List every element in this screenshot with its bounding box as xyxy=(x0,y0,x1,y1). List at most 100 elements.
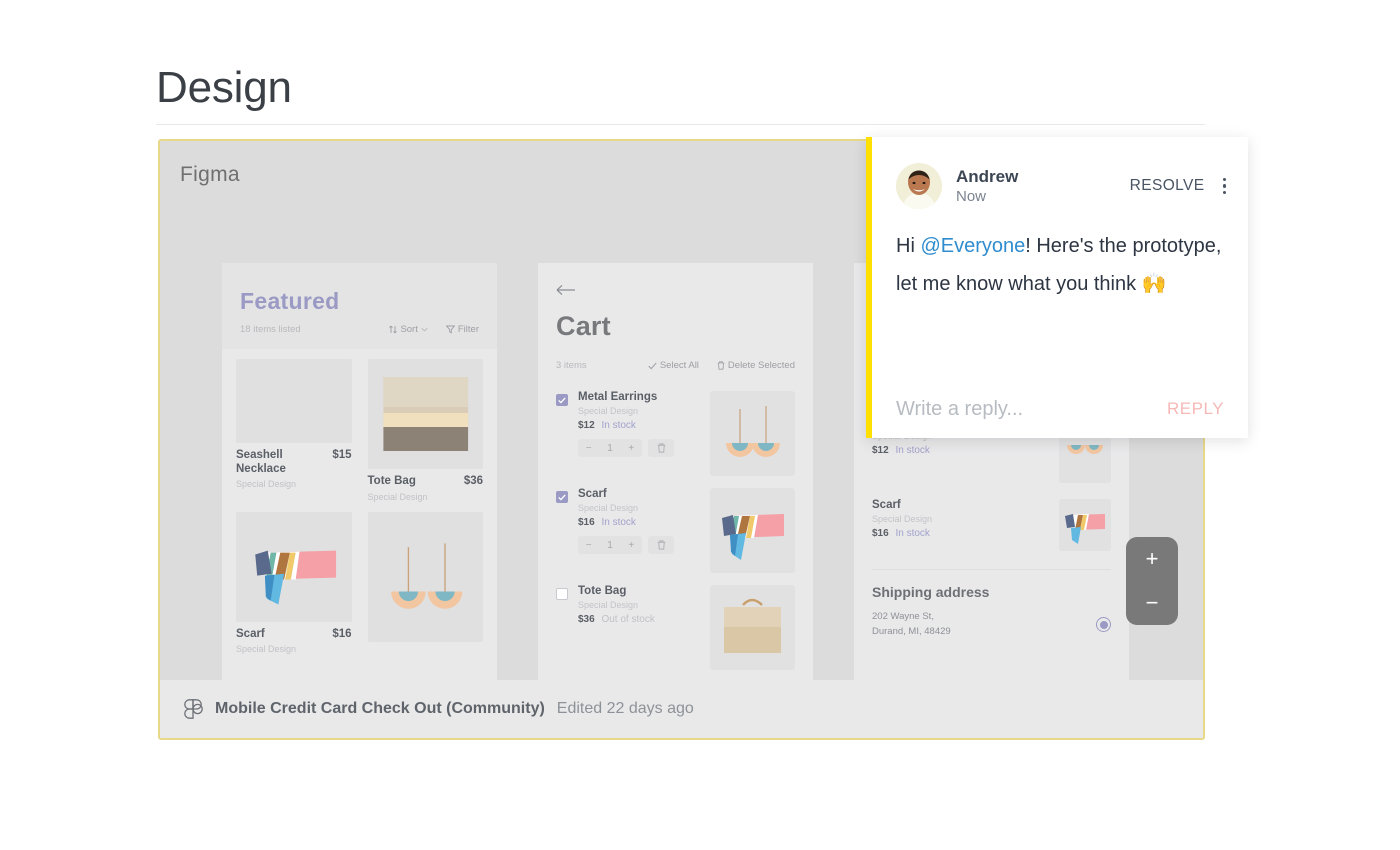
comment-body-prefix: Hi xyxy=(896,235,921,257)
checkout-item-stock: In stock xyxy=(895,445,930,456)
earrings-illustration xyxy=(726,406,780,457)
trash-icon xyxy=(657,443,665,453)
filter-icon xyxy=(445,325,455,334)
checkout-divider xyxy=(872,569,1111,570)
prototype-screen-featured[interactable]: Featured 18 items listed Sort Filter Sea… xyxy=(222,263,497,680)
remove-item-button[interactable] xyxy=(648,439,674,457)
comment-body: Hi @Everyone! Here's the prototype, let … xyxy=(872,209,1248,303)
featured-item-count: 18 items listed xyxy=(240,324,301,336)
shipping-address-radio[interactable] xyxy=(1096,617,1111,633)
comment-mention[interactable]: @Everyone xyxy=(920,235,1025,257)
more-options-icon[interactable] xyxy=(1222,177,1226,195)
cart-item-price-row: $36 Out of stock xyxy=(578,614,700,625)
product-card[interactable]: Scarf $16 Special Design xyxy=(236,511,352,654)
comment-reply-row[interactable]: Write a reply... REPLY xyxy=(872,380,1248,438)
zoom-out-button[interactable]: − xyxy=(1146,592,1159,614)
checkout-item-stock: In stock xyxy=(895,528,930,539)
cart-item-stock: Out of stock xyxy=(601,614,655,625)
cart-item-price: $36 xyxy=(578,614,595,625)
cart-item-price: $16 xyxy=(578,517,595,528)
product-sub: Special Design xyxy=(236,478,297,489)
product-price: $15 xyxy=(332,449,352,462)
zoom-in-button[interactable]: + xyxy=(1146,548,1159,570)
scarf-thumb xyxy=(710,488,795,573)
scarf-illustration xyxy=(255,550,337,605)
shipping-address-row[interactable]: 202 Wayne St, Durand, MI, 48429 xyxy=(854,600,1129,639)
quantity-stepper[interactable]: − 1 + xyxy=(578,536,642,554)
earrings-thumb xyxy=(1059,431,1111,483)
cart-item-checkbox[interactable] xyxy=(556,394,568,406)
sort-button[interactable]: Sort xyxy=(389,324,428,336)
cart-title: Cart xyxy=(556,311,611,341)
quantity-value: 1 xyxy=(607,442,613,454)
sort-icon xyxy=(389,325,398,334)
sort-label: Sort xyxy=(400,324,418,336)
checkmark-icon xyxy=(558,396,566,404)
shipping-address-value: 202 Wayne St, Durand, MI, 48429 xyxy=(872,610,951,639)
earrings-illustration xyxy=(1067,445,1103,454)
quantity-stepper[interactable]: − 1 + xyxy=(578,439,642,457)
back-arrow-icon xyxy=(556,284,575,296)
delete-selected-button[interactable]: Delete Selected xyxy=(717,360,795,371)
decrease-quantity-button[interactable]: − xyxy=(586,540,592,551)
product-card[interactable]: Seashell Necklace $15 Special Design xyxy=(236,359,352,501)
shipping-address-title: Shipping address xyxy=(872,584,990,600)
featured-actions: Sort Filter xyxy=(389,324,479,335)
product-sub: Special Design xyxy=(236,643,297,654)
prototype-screen-cart[interactable]: Cart 3 items Select All Delete Selected … xyxy=(538,263,813,680)
user-avatar-illustration xyxy=(896,163,942,209)
product-card[interactable]: Tote Bag $36 Special Design xyxy=(367,359,483,502)
featured-title: Featured xyxy=(240,288,340,314)
comment-card[interactable]: Andrew Now RESOLVE Hi @Everyone! Here's … xyxy=(866,137,1248,438)
cart-meta-row: 3 items Select All Delete Selected xyxy=(556,360,795,371)
shipping-address-line1: 202 Wayne St, xyxy=(872,611,934,622)
decrease-quantity-button[interactable]: − xyxy=(586,443,592,454)
increase-quantity-button[interactable]: + xyxy=(628,540,634,551)
cart-item-controls: − 1 + xyxy=(578,439,700,457)
cart-item-checkbox[interactable] xyxy=(556,588,568,600)
tote-bag-thumb xyxy=(367,359,483,470)
remove-item-button[interactable] xyxy=(648,536,674,554)
delete-selected-label: Delete Selected xyxy=(727,360,795,371)
quantity-value: 1 xyxy=(607,539,613,551)
reply-input[interactable]: Write a reply... xyxy=(896,398,1023,421)
earrings-illustration xyxy=(390,542,462,609)
cart-item[interactable]: Metal Earrings Special Design $12 In sto… xyxy=(538,381,813,478)
cart-item[interactable]: Tote Bag Special Design $36 Out of stock xyxy=(538,575,813,672)
product-card[interactable] xyxy=(367,511,483,654)
resolve-button[interactable]: RESOLVE xyxy=(1130,177,1205,195)
figma-file-bar[interactable]: Mobile Credit Card Check Out (Community)… xyxy=(160,680,1203,738)
cart-item[interactable]: Scarf Special Design $16 In stock − 1 + xyxy=(538,478,813,575)
cart-item-info: Tote Bag Special Design $36 Out of stock xyxy=(578,585,700,625)
cart-item-sub: Special Design xyxy=(578,406,639,416)
zoom-control[interactable]: + − xyxy=(1126,537,1178,625)
cart-item-price-row: $16 In stock xyxy=(578,517,700,528)
reply-button[interactable]: REPLY xyxy=(1167,399,1224,419)
product-name: Tote Bag xyxy=(367,475,416,488)
trash-icon xyxy=(657,540,665,550)
comment-timestamp: Now xyxy=(956,188,987,206)
figma-file-name[interactable]: Mobile Credit Card Check Out (Community) xyxy=(215,700,545,718)
increase-quantity-button[interactable]: + xyxy=(628,443,634,454)
earrings-thumb xyxy=(710,391,795,476)
checkout-item-price-row: $16 In stock xyxy=(872,528,1049,539)
product-price: $36 xyxy=(463,475,483,488)
checkout-item-price-row: $12 In stock xyxy=(872,445,1049,456)
title-divider xyxy=(156,124,1205,125)
tote-bag-illustration xyxy=(724,598,781,653)
comment-header: Andrew Now RESOLVE xyxy=(872,137,1248,209)
select-all-button[interactable]: Select All xyxy=(648,360,699,371)
checkout-item: Scarf Special Design $16 In stock xyxy=(854,491,1129,559)
cart-item-name: Scarf xyxy=(578,488,607,500)
cart-item-checkbox[interactable] xyxy=(556,491,568,503)
back-button[interactable] xyxy=(556,283,795,301)
select-all-label: Select All xyxy=(659,360,699,371)
cart-actions: Select All Delete Selected xyxy=(648,360,795,371)
cart-item-name: Metal Earrings xyxy=(578,391,658,403)
filter-label: Filter xyxy=(457,324,479,336)
check-icon xyxy=(648,362,657,369)
filter-button[interactable]: Filter xyxy=(445,324,479,336)
page-title: Design xyxy=(156,63,292,112)
product-title-row: Scarf $16 xyxy=(236,628,352,641)
earrings-thumb xyxy=(367,511,483,642)
